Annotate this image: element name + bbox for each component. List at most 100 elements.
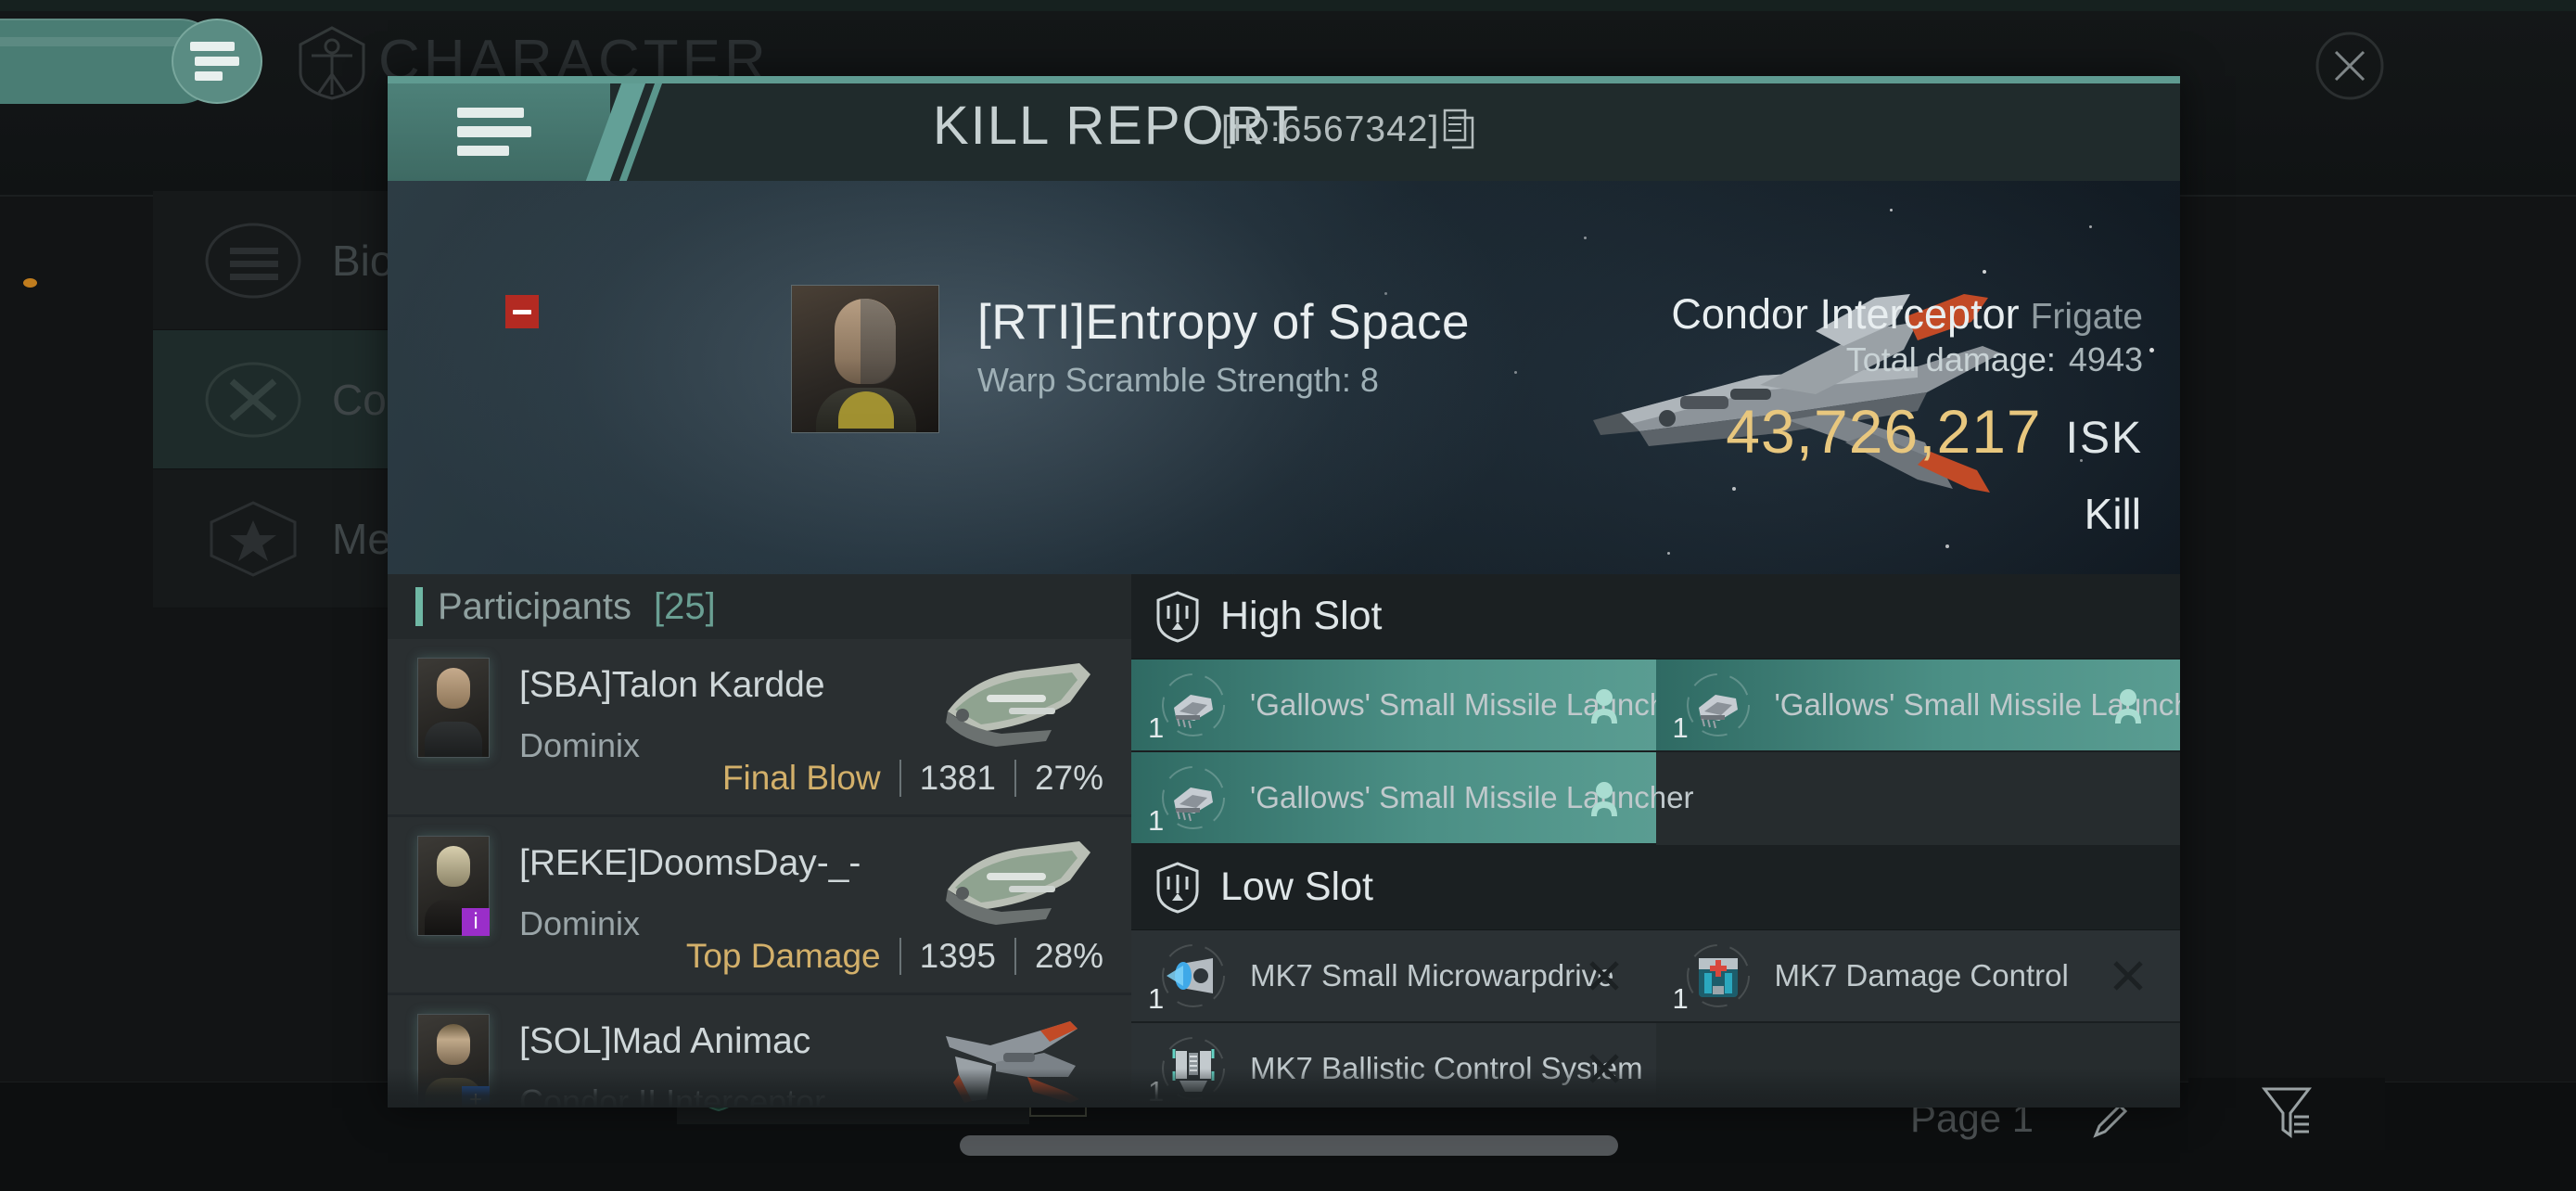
victim-ship-artwork <box>1482 237 2094 524</box>
ballistic-control-icon <box>1159 1034 1228 1103</box>
avatar-head <box>437 1024 470 1065</box>
kill-report-id: [ID:6567342] <box>1221 109 1440 149</box>
ship-name: Condor Interceptor <box>1671 290 2020 338</box>
victim-subtitle: Warp Scramble Strength: 8 <box>977 361 1379 399</box>
participant-stats: Final Blow 1381 27% <box>722 759 1103 798</box>
participant-name: [REKE]DoomsDay-_- <box>519 843 861 883</box>
funnel-icon <box>2259 1083 2315 1146</box>
star-hexagon-icon <box>204 500 302 578</box>
participant-tag: Final Blow <box>721 759 881 797</box>
list-icon <box>204 222 302 300</box>
participant-badge: + <box>462 1086 490 1108</box>
victim-avatar[interactable] <box>791 285 939 433</box>
background-close-button[interactable] <box>2314 30 2386 102</box>
total-damage-label: Total damage: <box>1845 340 2056 378</box>
modal-body: Participants [25] [SBA]Talon Kardde Domi… <box>388 574 2180 1108</box>
module-name: 'Gallows' Small Missile Launcher <box>1250 780 1694 814</box>
participant-ship-art <box>931 654 1100 754</box>
kill-badge: Kill <box>2084 490 2141 538</box>
slot-grid-low: 1 MK7 Small Microwarpdrive 1 MK7 Damage … <box>1131 930 2180 1108</box>
participant-name: [SOL]Mad Animac <box>519 1021 811 1061</box>
slot-grid-high: 1 'Gallows' Small Missile Launcher 1 'Ga… <box>1131 660 2180 845</box>
background-menu-button[interactable] <box>172 19 262 104</box>
participants-accent-bar <box>415 587 423 626</box>
participant-tag: Top Damage <box>685 937 881 975</box>
avatar-head <box>437 846 470 887</box>
vitruvian-character-icon <box>297 26 367 100</box>
avatar-face <box>835 299 896 384</box>
isk-value: 43,726,217 <box>1726 397 2042 466</box>
copy-icon[interactable] <box>1443 109 1474 149</box>
fitting-panel: High Slot 1 'Gallows' Small Missile Laun… <box>1131 574 2180 1108</box>
victim-banner: [RTI]Entropy of Space Warp Scramble Stre… <box>388 181 2180 574</box>
participant-stats: Top Damage 1395 28% <box>686 937 1103 976</box>
modal-accent-line <box>388 76 2180 83</box>
participant-info: [SBA]Talon Kardde Dominix <box>519 658 825 765</box>
avatar-torso <box>425 722 482 757</box>
module-slot[interactable]: 1 'Gallows' Small Missile Launcher <box>1131 752 1693 845</box>
avatar: i <box>417 836 490 936</box>
participant-percent: 28% <box>1034 937 1103 975</box>
participant-info: [REKE]DoomsDay-_- Dominix <box>519 836 861 943</box>
module-name: MK7 Ballistic Control System <box>1250 1051 1643 1085</box>
participants-panel: Participants [25] [SBA]Talon Kardde Domi… <box>388 574 1131 1108</box>
background-scrollbar[interactable] <box>960 1135 1618 1156</box>
modal-menu-button[interactable] <box>457 108 531 156</box>
pilot-icon[interactable] <box>2110 685 2147 725</box>
slot-section-header-low: Low Slot <box>1131 845 2180 930</box>
table-row[interactable]: + [SOL]Mad Animac Condor II Interceptor <box>388 995 1131 1108</box>
victim-status-badge <box>505 295 539 328</box>
table-row[interactable]: [SBA]Talon Kardde Dominix Final Blow 138… <box>388 639 1131 817</box>
participant-ship-art <box>931 1010 1100 1108</box>
avatar: + <box>417 1014 490 1108</box>
slot-shield-icon <box>1155 861 1200 914</box>
sidebar-item-label: Bio <box>332 236 394 285</box>
participants-count: [25] <box>653 585 716 627</box>
module-quantity: 1 <box>1148 1075 1165 1108</box>
x-icon[interactable] <box>1586 955 1623 996</box>
avatar-body <box>816 388 916 432</box>
ship-class: Frigate <box>2030 297 2143 337</box>
participants-header: Participants [25] <box>388 574 1131 639</box>
launcher-icon <box>1159 763 1228 832</box>
x-icon[interactable] <box>1586 1048 1623 1089</box>
module-slot[interactable]: 1 'Gallows' Small Missile Launcher <box>1131 660 1693 752</box>
victim-name: [RTI]Entropy of Space <box>977 295 1470 350</box>
module-slot[interactable]: 1 MK7 Damage Control <box>1655 930 2180 1023</box>
module-quantity: 1 <box>1672 711 1689 744</box>
total-damage-value: 4943 <box>2068 340 2143 378</box>
pilot-icon[interactable] <box>1586 777 1623 818</box>
module-slot[interactable]: 1 MK7 Small Microwarpdrive <box>1131 930 1656 1023</box>
background-marker-dot <box>23 278 37 288</box>
pilot-icon[interactable] <box>1586 685 1623 725</box>
avatar <box>417 658 490 758</box>
x-icon[interactable] <box>2110 955 2147 996</box>
module-slot-empty <box>1656 1023 2181 1108</box>
avatar-head <box>437 668 470 709</box>
table-row[interactable]: i [REKE]DoomsDay-_- Dominix Top Damage 1… <box>388 817 1131 995</box>
participants-title: Participants <box>438 585 631 627</box>
module-name: MK7 Small Microwarpdrive <box>1250 958 1614 992</box>
status-strip <box>0 0 2576 11</box>
module-quantity: 1 <box>1148 804 1165 837</box>
participant-name: [SBA]Talon Kardde <box>519 665 825 705</box>
module-slot[interactable]: 1 'Gallows' Small Missile Launcher <box>1655 660 2180 752</box>
launcher-icon <box>1684 671 1753 739</box>
participant-damage: 1395 <box>919 937 996 975</box>
background-filter-button[interactable] <box>2188 1078 2385 1150</box>
participant-ship: Condor II Interceptor <box>519 1082 826 1108</box>
module-slot[interactable]: 1 MK7 Ballistic Control System <box>1131 1023 1656 1108</box>
participant-badge: i <box>462 908 490 936</box>
microwarpdrive-icon <box>1159 941 1228 1010</box>
module-quantity: 1 <box>1672 982 1689 1015</box>
isk-unit: ISK <box>2065 414 2143 463</box>
module-name: 'Gallows' Small Missile Launcher <box>1250 687 1694 722</box>
kill-report-modal: KILL REPORT [ID:6567342] [RTI]Entropy of… <box>388 76 2180 1108</box>
total-damage: Total damage: 4943 <box>1846 340 2143 379</box>
victim-ship-type: Condor Interceptor Frigate <box>1671 290 2143 339</box>
participant-damage: 1381 <box>919 759 996 797</box>
slot-section-header-high: High Slot <box>1131 574 2180 660</box>
launcher-icon <box>1159 671 1228 739</box>
slot-shield-icon <box>1155 590 1200 643</box>
module-quantity: 1 <box>1148 711 1165 744</box>
